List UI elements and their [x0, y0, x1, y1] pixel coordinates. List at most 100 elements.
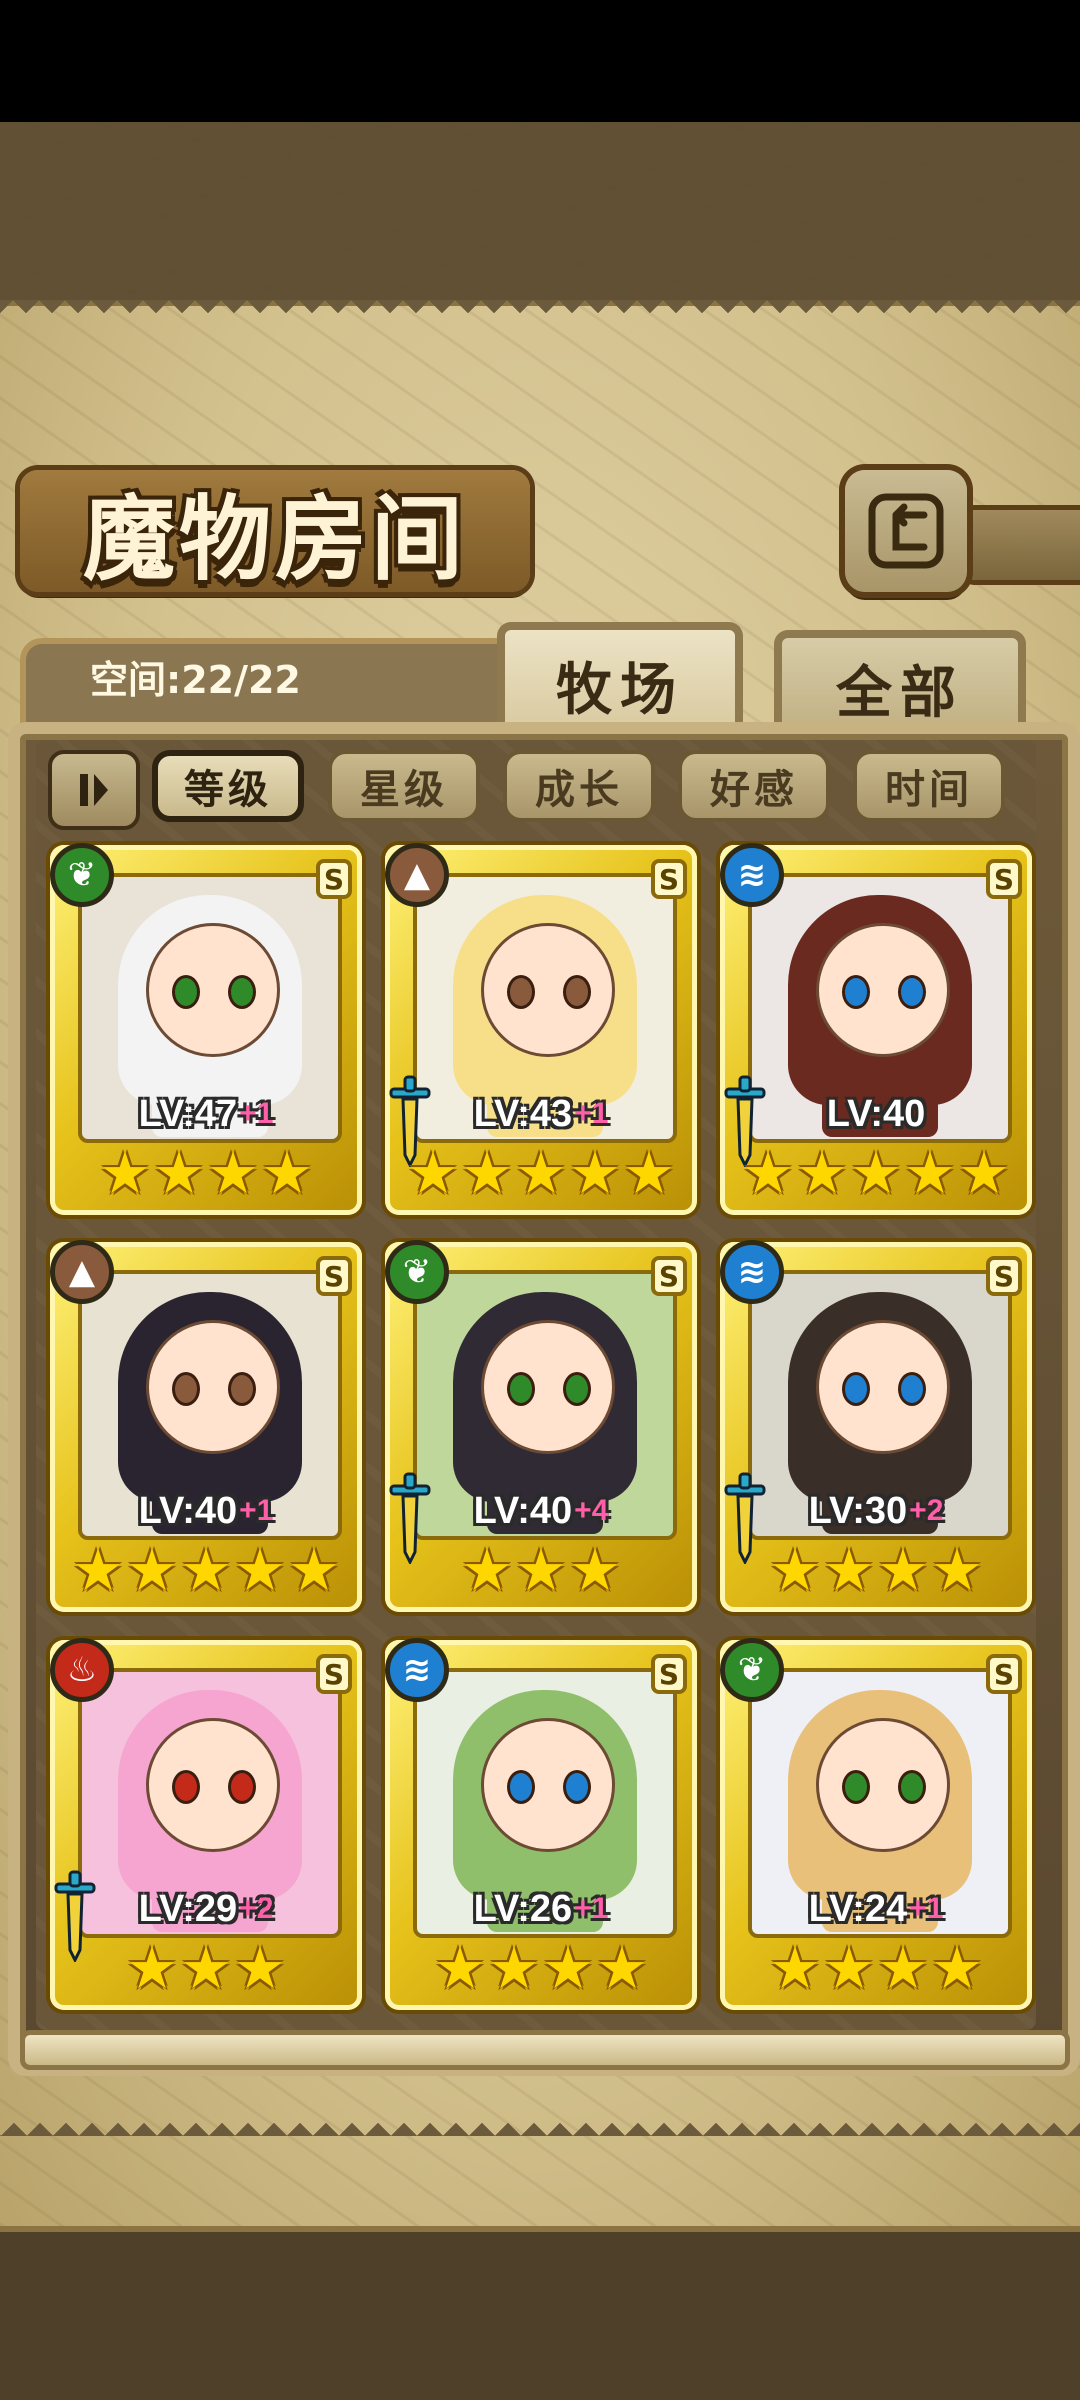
monster-card[interactable]: ❦ S LV:40 +4 ★ ★ ★	[385, 1240, 697, 1612]
portrait-eye	[898, 975, 926, 1009]
monster-level: LV:30 +2	[748, 1488, 1004, 1534]
portrait-face	[816, 1320, 950, 1454]
star-icon: ★	[288, 1536, 340, 1604]
leaf-element-icon: ❦	[385, 1240, 449, 1304]
monster-card[interactable]: ❦ S LV:24 +1 ★ ★ ★ ★	[720, 1638, 1032, 2010]
rarity-badge: S	[651, 1654, 687, 1694]
fire-element-icon: ♨	[50, 1638, 114, 1702]
monster-card[interactable]: ❦ S LV:47 +1 ★ ★ ★ ★	[50, 843, 362, 1215]
back-button[interactable]	[845, 470, 967, 592]
portrait-eye	[842, 1372, 870, 1406]
star-rating: ★ ★ ★ ★ ★	[70, 1538, 342, 1602]
star-icon: ★	[515, 1536, 567, 1604]
star-icon: ★	[488, 1934, 540, 2002]
sort-star-button[interactable]: 星级	[328, 750, 480, 822]
page-title: 魔物房间	[82, 484, 467, 593]
level-value: LV:40	[826, 1092, 926, 1135]
star-icon: ★	[72, 1536, 124, 1604]
back-button-rail	[960, 505, 1080, 585]
monster-level: LV:29 +2	[78, 1886, 334, 1932]
portrait-eye	[507, 1372, 535, 1406]
water-element-icon: ≋	[720, 843, 784, 907]
level-bonus: +1	[574, 1097, 609, 1130]
level-bonus: +1	[909, 1892, 944, 1925]
pause-sort-icon	[80, 774, 108, 806]
portrait-eye	[842, 1770, 870, 1804]
star-rating: ★ ★ ★ ★	[740, 1538, 1012, 1602]
level-value: LV:40	[138, 1489, 238, 1532]
sort-order-toggle[interactable]	[48, 750, 140, 830]
level-value: LV:40	[473, 1489, 573, 1532]
star-icon: ★	[542, 1934, 594, 2002]
portrait-eye	[228, 1372, 256, 1406]
star-icon: ★	[877, 1536, 929, 1604]
star-icon: ★	[461, 1536, 513, 1604]
star-icon: ★	[742, 1139, 794, 1207]
star-rating: ★ ★ ★ ★	[70, 1141, 342, 1205]
level-bonus: +4	[574, 1494, 609, 1527]
star-icon: ★	[904, 1139, 956, 1207]
level-bonus: +1	[239, 1097, 274, 1130]
star-icon: ★	[769, 1536, 821, 1604]
star-icon: ★	[407, 1139, 459, 1207]
star-rating: ★ ★ ★	[405, 1538, 677, 1602]
star-icon: ★	[877, 1934, 929, 2002]
portrait-face	[481, 923, 615, 1057]
monster-level: LV:40 +4	[413, 1488, 669, 1534]
level-value: LV:26	[473, 1887, 573, 1930]
star-icon: ★	[958, 1139, 1010, 1207]
star-icon: ★	[931, 1934, 983, 2002]
portrait-eye	[563, 975, 591, 1009]
rarity-badge: S	[316, 859, 352, 899]
monster-card[interactable]: ▲ S LV:43 +1 ★ ★ ★ ★ ★	[385, 843, 697, 1215]
level-bonus: +2	[239, 1892, 274, 1925]
monster-card[interactable]: ≋ S LV:40 ★ ★ ★ ★ ★	[720, 843, 1032, 1215]
level-value: LV:29	[138, 1887, 238, 1930]
portrait-eye	[563, 1372, 591, 1406]
portrait-eye	[898, 1372, 926, 1406]
sort-growth-button[interactable]: 成长	[503, 750, 655, 822]
leaf-element-icon: ❦	[50, 843, 114, 907]
monster-card[interactable]: ≋ S LV:26 +1 ★ ★ ★ ★	[385, 1638, 697, 2010]
rarity-badge: S	[986, 859, 1022, 899]
monster-card[interactable]: ♨ S LV:29 +2 ★ ★ ★	[50, 1638, 362, 2010]
rarity-badge: S	[651, 859, 687, 899]
portrait-face	[146, 923, 280, 1057]
star-icon: ★	[796, 1139, 848, 1207]
star-icon: ★	[99, 1139, 151, 1207]
sort-time-button[interactable]: 时间	[853, 750, 1005, 822]
star-icon: ★	[850, 1139, 902, 1207]
monster-level: LV:40	[748, 1091, 1004, 1137]
star-rating: ★ ★ ★ ★	[740, 1936, 1012, 2000]
star-rating: ★ ★ ★ ★ ★	[740, 1141, 1012, 1205]
portrait-eye	[898, 1770, 926, 1804]
monster-card[interactable]: ≋ S LV:30 +2 ★ ★ ★ ★	[720, 1240, 1032, 1612]
star-icon: ★	[180, 1934, 232, 2002]
rarity-badge: S	[986, 1654, 1022, 1694]
star-icon: ★	[823, 1934, 875, 2002]
portrait-eye	[563, 1770, 591, 1804]
portrait-eye	[172, 1770, 200, 1804]
monster-level: LV:40 +1	[78, 1488, 334, 1534]
rarity-badge: S	[316, 1654, 352, 1694]
monster-level: LV:47 +1	[78, 1091, 334, 1137]
torn-edge-top	[0, 300, 1080, 326]
portrait-eye	[172, 975, 200, 1009]
star-icon: ★	[153, 1139, 205, 1207]
portrait-face	[481, 1718, 615, 1852]
rarity-badge: S	[986, 1256, 1022, 1296]
level-bonus: +1	[574, 1892, 609, 1925]
sort-affection-button[interactable]: 好感	[678, 750, 830, 822]
portrait-face	[146, 1320, 280, 1454]
star-icon: ★	[234, 1934, 286, 2002]
monster-card[interactable]: ▲ S LV:40 +1 ★ ★ ★ ★ ★	[50, 1240, 362, 1612]
sort-level-button[interactable]: 等级	[152, 750, 304, 822]
star-rating: ★ ★ ★ ★	[405, 1936, 677, 2000]
star-icon: ★	[931, 1536, 983, 1604]
star-icon: ★	[823, 1536, 875, 1604]
water-element-icon: ≋	[720, 1240, 784, 1304]
level-value: LV:24	[808, 1887, 908, 1930]
portrait-eye	[842, 975, 870, 1009]
star-icon: ★	[596, 1934, 648, 2002]
portrait-eye	[172, 1372, 200, 1406]
